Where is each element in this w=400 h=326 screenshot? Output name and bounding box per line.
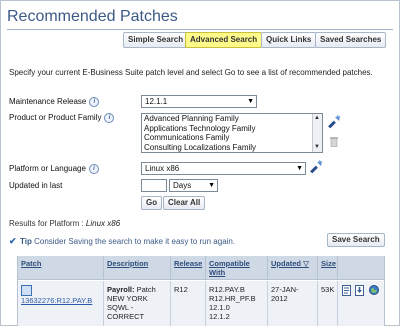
updated-days-input[interactable] [141,179,167,192]
table-cell-compatible: R12.PAY.B R12.HR_PF.B 12.1.0 12.1.2 [206,281,268,326]
product-family-label: Product or Product Family i [9,113,115,123]
days-unit-select[interactable]: Days ▼ [169,179,218,192]
info-icon[interactable]: i [89,97,100,107]
platform-select[interactable]: Linux x86 ▼ [141,162,306,175]
chevron-down-icon: ▼ [296,165,303,172]
column-header-release[interactable]: Release [171,256,206,280]
column-header-actions [338,256,384,280]
readme-icon[interactable] [342,285,351,296]
scroll-up-icon[interactable]: ▲ [314,114,320,124]
go-button[interactable]: Go [141,196,163,210]
maintenance-release-label: Maintenance Release i [9,97,100,107]
updated-in-last-label: Updated in last [9,181,63,190]
checkmark-icon: ✔ [9,236,17,246]
globe-icon[interactable] [369,285,379,295]
list-option[interactable]: Advanced Planning Family [142,114,322,124]
product-family-listbox[interactable]: Advanced Planning Family Applications Te… [141,113,323,153]
quick-links-button[interactable]: Quick Links [261,32,317,48]
list-option[interactable]: Communications Family [142,133,322,143]
maintenance-release-select[interactable]: 12.1.1 ▼ [141,95,257,108]
download-icon[interactable] [355,285,364,296]
platform-label: Platform or Language i [9,164,99,174]
table-cell-size: 53K [318,281,338,326]
list-option[interactable]: Applications Technology Family [142,124,322,134]
trash-icon[interactable] [329,135,339,147]
tip-message: ✔ Tip Consider Saving the search to make … [9,236,236,247]
chevron-down-icon: ▼ [208,182,215,189]
info-icon[interactable]: i [104,113,115,123]
column-header-compatible[interactable]: Compatible With [206,256,268,280]
info-icon[interactable]: i [88,164,99,174]
column-header-description[interactable]: Description [104,256,171,280]
patch-link[interactable]: 13632276:R12.PAY.B [21,296,92,305]
saved-searches-button[interactable]: Saved Searches [315,32,387,48]
table-cell-updated: 27-JAN-2012 [268,281,318,326]
listbox-scrollbar[interactable]: ▲ ▼ [312,114,322,152]
table-cell-patch: 13632276:R12.PAY.B [18,281,104,326]
list-option[interactable]: Consulting Localizations Family [142,143,322,153]
results-for-platform: Results for Platform : Linux x86 [9,219,121,228]
simple-search-button[interactable]: Simple Search [123,32,189,48]
flashlight-search-icon[interactable] [309,160,323,174]
save-search-button[interactable]: Save Search [327,233,385,247]
flashlight-search-icon[interactable] [327,115,341,129]
table-cell-actions [338,281,384,326]
intro-text: Specify your current E-Business Suite pa… [9,68,373,77]
results-platform-value: Linux x86 [85,219,121,228]
column-header-updated[interactable]: Updated ▽ [268,256,318,280]
page-title: Recommended Patches [7,8,178,25]
chevron-down-icon: ▼ [247,98,254,105]
title-divider [7,29,393,30]
scroll-down-icon[interactable]: ▼ [314,143,320,153]
advanced-search-button[interactable]: Advanced Search [185,32,263,48]
clear-all-button[interactable]: Clear All [163,196,206,210]
table-cell-description: Payroll: Patch NEW YORK SQWL - CORRECT [104,281,171,326]
column-header-size[interactable]: Size [318,256,338,280]
results-table: Patch Description Release Compatible Wit… [17,256,385,326]
table-cell-release: R12 [171,281,206,326]
filter-icon[interactable]: ▽ [303,259,309,268]
patch-icon [21,285,32,296]
column-header-patch[interactable]: Patch [18,256,104,280]
